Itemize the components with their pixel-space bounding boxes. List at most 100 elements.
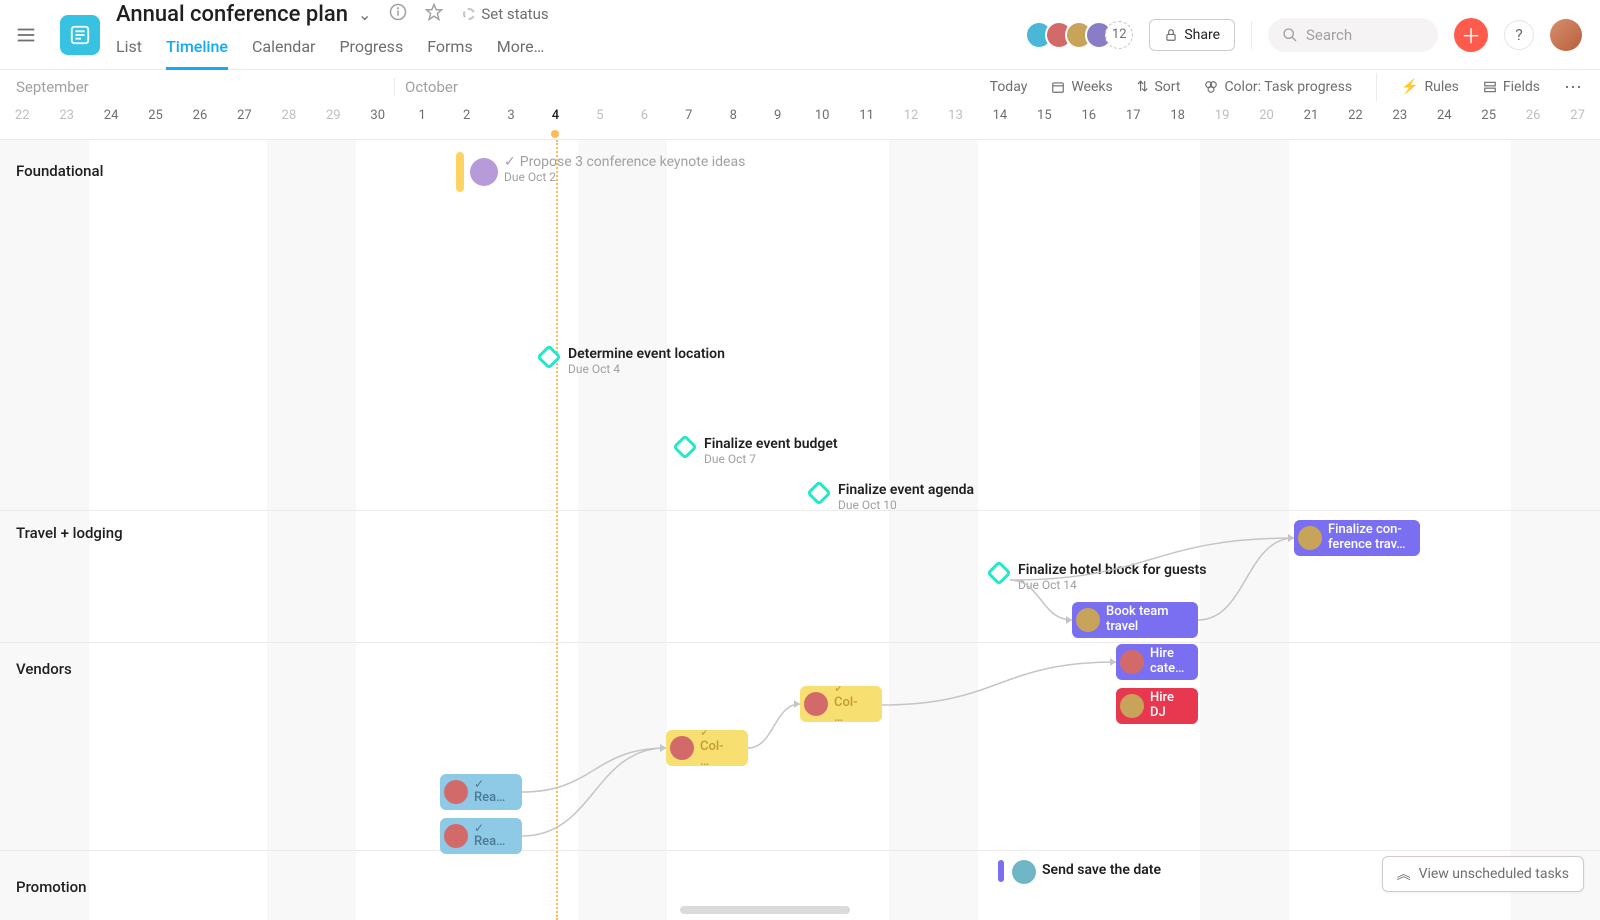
share-button[interactable]: Share (1149, 19, 1235, 51)
paint-icon (1204, 80, 1218, 94)
sort-button[interactable]: ⇅ Sort (1137, 79, 1181, 95)
date-header[interactable]: 22 (1333, 104, 1377, 140)
milestone[interactable]: Finalize hotel block for guestsDue Oct 1… (990, 562, 1206, 592)
info-icon[interactable] (389, 3, 407, 25)
set-status-button[interactable]: Set status (463, 5, 548, 23)
user-avatar[interactable] (1550, 19, 1582, 51)
date-header[interactable]: 7 (667, 104, 711, 140)
milestone[interactable]: Finalize event budgetDue Oct 7 (676, 436, 838, 466)
date-header[interactable]: 10 (800, 104, 844, 140)
milestone[interactable]: Determine event locationDue Oct 4 (540, 346, 725, 376)
scrollbar[interactable] (680, 906, 850, 914)
task-bar-book-trav[interactable]: Book teamtravel (1072, 602, 1198, 638)
date-header[interactable]: 5 (578, 104, 622, 140)
view-unscheduled-button[interactable]: ︽ View unscheduled tasks (1382, 856, 1584, 892)
date-header[interactable]: 9 (755, 104, 799, 140)
task-bar-hire-cate[interactable]: Hirecate… (1116, 644, 1198, 680)
date-header[interactable]: 15 (1022, 104, 1066, 140)
task-bar[interactable] (456, 152, 464, 192)
date-header[interactable]: 25 (133, 104, 177, 140)
tab-list[interactable]: List (116, 31, 142, 70)
search-input[interactable]: Search (1268, 18, 1438, 52)
tab-forms[interactable]: Forms (427, 31, 473, 70)
task-bar-rea-1[interactable]: ✓Rea… (440, 774, 522, 810)
date-header[interactable]: 11 (844, 104, 888, 140)
task-title[interactable]: Send save the date (1042, 862, 1161, 878)
project-icon[interactable] (60, 15, 100, 55)
member-avatars[interactable]: 12 (1025, 21, 1133, 49)
project-title[interactable]: Annual conference plan (116, 2, 348, 27)
date-header[interactable]: 22 (0, 104, 44, 140)
date-header[interactable]: 13 (933, 104, 977, 140)
menu-icon[interactable] (14, 23, 38, 47)
date-header[interactable]: 29 (311, 104, 355, 140)
assignee-avatar[interactable] (470, 158, 498, 186)
share-label: Share (1184, 27, 1220, 43)
color-button[interactable]: Color: Task progress (1204, 79, 1352, 95)
date-header[interactable]: 26 (178, 104, 222, 140)
task-title[interactable]: ✓Propose 3 conference keynote ideasDue O… (504, 154, 745, 184)
date-header[interactable]: 28 (267, 104, 311, 140)
date-header[interactable]: 21 (1289, 104, 1333, 140)
date-header[interactable]: 23 (1378, 104, 1422, 140)
assignee-avatar (804, 692, 828, 716)
milestone[interactable]: Finalize event agendaDue Oct 10 (810, 482, 974, 512)
date-header[interactable]: 24 (89, 104, 133, 140)
fields-button[interactable]: Fields (1483, 79, 1540, 95)
date-header[interactable]: 12 (889, 104, 933, 140)
weekend-band (578, 140, 667, 920)
weekend-band (267, 140, 356, 920)
task-bar-conf-trav[interactable]: Finalize con-ference trav… (1294, 520, 1420, 556)
task-bar[interactable] (998, 860, 1004, 882)
section-divider (0, 850, 1600, 851)
date-header[interactable]: 30 (356, 104, 400, 140)
date-header[interactable]: 8 (711, 104, 755, 140)
task-bar-col-2[interactable]: ✓Col-… (800, 686, 882, 722)
assignee-avatar[interactable] (1012, 860, 1036, 884)
section-label[interactable]: Foundational (16, 162, 103, 180)
date-header[interactable]: 1 (400, 104, 444, 140)
today-button[interactable]: Today (990, 79, 1028, 95)
date-header[interactable]: 19 (1200, 104, 1244, 140)
section-label[interactable]: Vendors (16, 660, 72, 678)
section-divider (0, 642, 1600, 643)
date-header[interactable]: 27 (1555, 104, 1599, 140)
chevron-down-icon[interactable]: ⌄ (358, 5, 371, 24)
date-header[interactable]: 18 (1155, 104, 1199, 140)
date-header[interactable]: 27 (222, 104, 266, 140)
task-bar-rea-2[interactable]: ✓Rea… (440, 818, 522, 854)
section-label[interactable]: Promotion (16, 878, 86, 896)
section-label[interactable]: Travel + lodging (16, 524, 123, 542)
date-header[interactable]: 26 (1511, 104, 1555, 140)
help-button[interactable]: ? (1504, 20, 1534, 50)
divider (1251, 21, 1252, 49)
search-icon (1282, 27, 1298, 43)
date-header[interactable]: 2 (444, 104, 488, 140)
star-icon[interactable] (425, 3, 443, 25)
task-bar-col-1[interactable]: ✓Col-… (666, 730, 748, 766)
more-icon[interactable]: ⋯ (1564, 77, 1584, 98)
weeks-button[interactable]: Weeks (1051, 79, 1112, 95)
date-header[interactable]: 14 (978, 104, 1022, 140)
date-header[interactable]: 25 (1467, 104, 1511, 140)
tab-more-[interactable]: More… (497, 31, 545, 70)
assignee-avatar (670, 736, 694, 760)
date-header[interactable]: 4 (533, 104, 577, 140)
set-status-label: Set status (481, 5, 548, 23)
date-header[interactable]: 16 (1067, 104, 1111, 140)
tab-timeline[interactable]: Timeline (166, 31, 228, 70)
date-header[interactable]: 17 (1111, 104, 1155, 140)
tab-progress[interactable]: Progress (339, 31, 403, 70)
date-header[interactable]: 3 (489, 104, 533, 140)
avatar-overflow[interactable]: 12 (1105, 21, 1133, 49)
date-header[interactable]: 24 (1422, 104, 1466, 140)
rules-button[interactable]: ⚡ Rules (1401, 79, 1459, 95)
check-icon: ✓ (474, 822, 505, 836)
assignee-avatar (1120, 694, 1144, 718)
date-header[interactable]: 23 (44, 104, 88, 140)
add-button[interactable]: ＋ (1454, 18, 1488, 52)
date-header[interactable]: 6 (622, 104, 666, 140)
tab-calendar[interactable]: Calendar (252, 31, 315, 70)
task-bar-hire-dj[interactable]: HireDJ (1116, 688, 1198, 724)
date-header[interactable]: 20 (1244, 104, 1288, 140)
